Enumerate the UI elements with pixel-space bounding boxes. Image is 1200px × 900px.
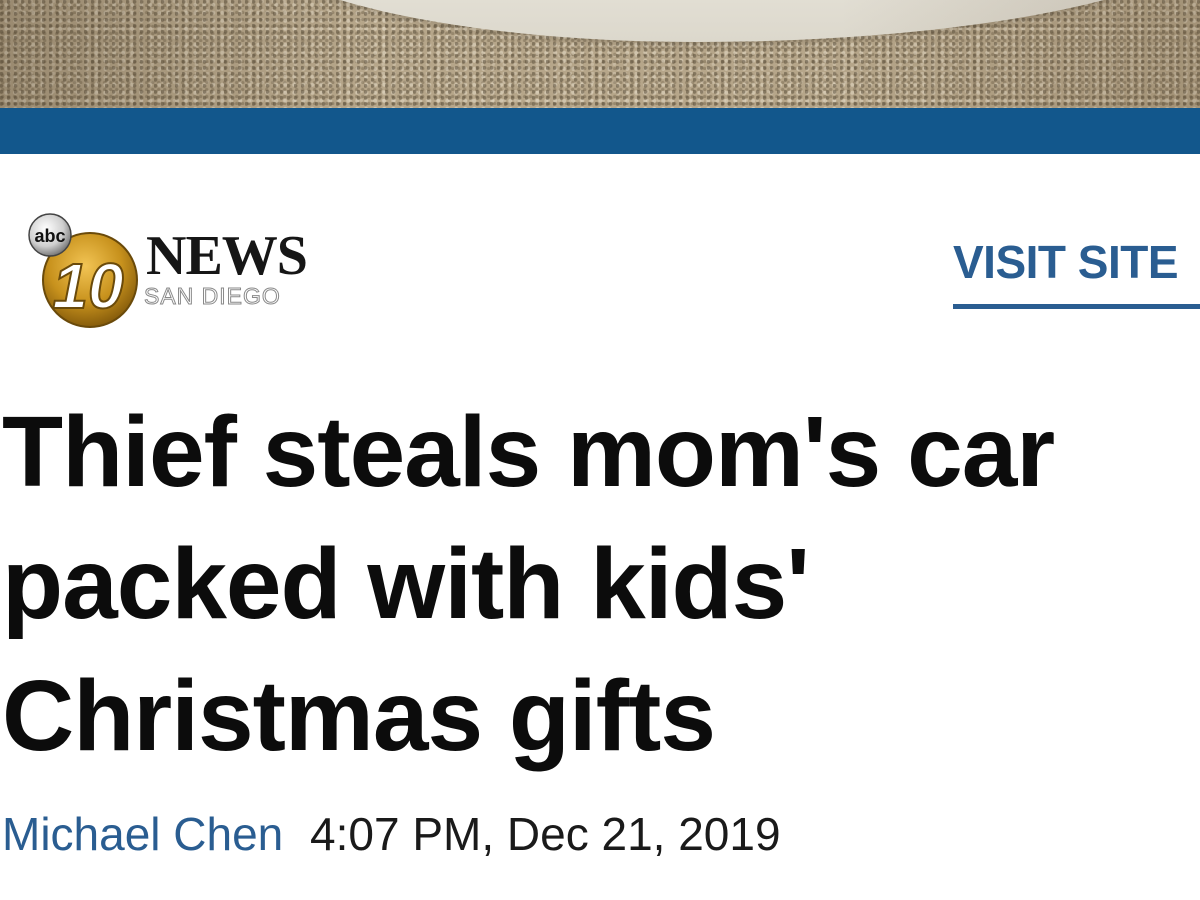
publish-timestamp: 4:07 PM, Dec 21, 2019 <box>310 808 781 860</box>
article-byline: Michael Chen 4:07 PM, Dec 21, 2019 <box>2 806 781 862</box>
hero-image-shade <box>0 0 1200 108</box>
logo-channel-number: 10 <box>52 250 123 322</box>
logo-network-text: abc <box>34 226 65 246</box>
visit-site-underline <box>953 304 1200 309</box>
article-headline: Thief steals mom's car packed with kids'… <box>2 396 1055 772</box>
visit-site-link[interactable]: VISIT SITE <box>953 236 1200 309</box>
logo-brand-text: NEWS <box>146 225 308 287</box>
visit-site-label: VISIT SITE <box>953 236 1179 288</box>
brand-banner-bar <box>0 108 1200 154</box>
abc10-news-logo[interactable]: 10 abc NEWS SAN DIEGO <box>24 212 324 332</box>
abc10-logo-icon: 10 abc <box>28 213 138 328</box>
logo-city-text: SAN DIEGO <box>144 283 281 309</box>
hero-image <box>0 0 1200 108</box>
article-page: 10 abc NEWS SAN DIEGO VISIT SITE Thief s… <box>0 0 1200 900</box>
author-link[interactable]: Michael Chen <box>2 808 283 860</box>
